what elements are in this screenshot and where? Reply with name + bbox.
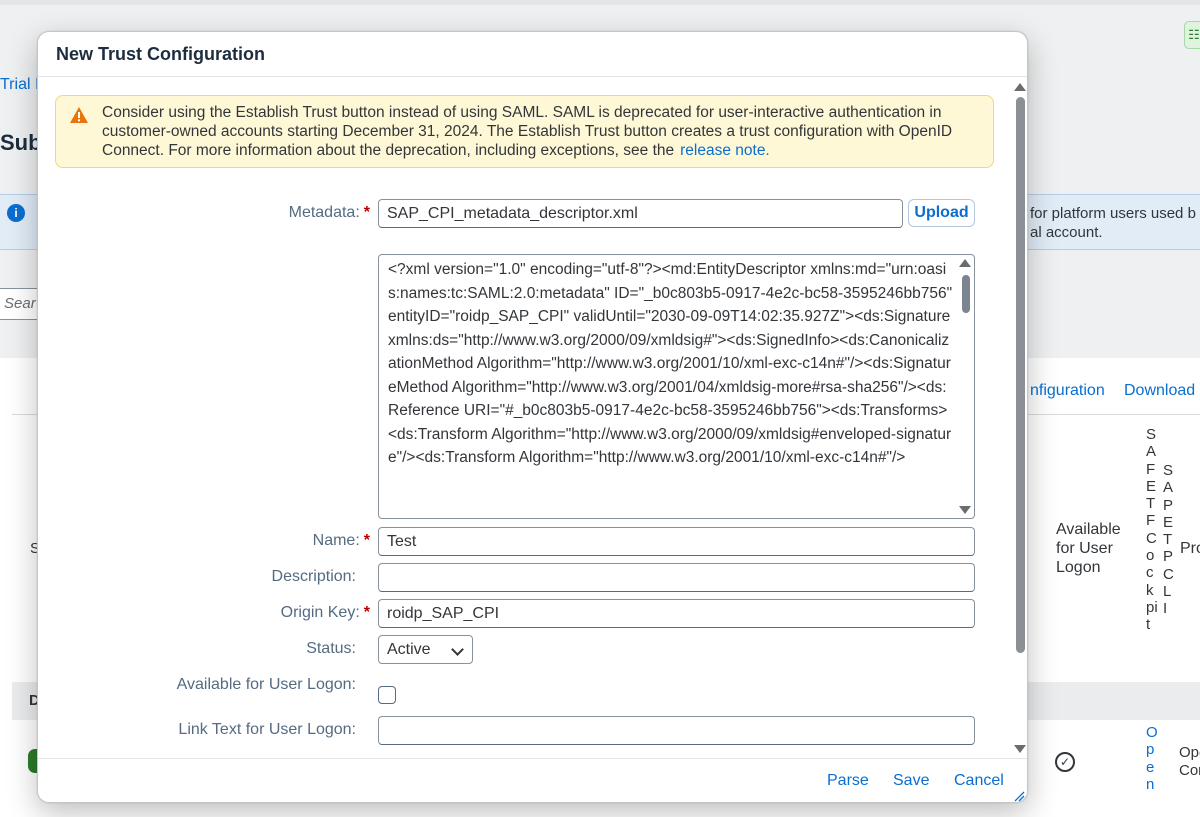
description-label: Description: [271,568,356,585]
metadata-label: Metadata: * [289,204,370,222]
required-marker: * [363,604,370,621]
release-note-link[interactable]: release note. [680,142,770,159]
status-label: Status: [306,640,356,657]
required-marker: * [363,204,370,221]
dialog-scrollbar-thumb[interactable] [1016,97,1025,653]
checkmark-icon: ✓ [1055,752,1075,772]
name-label: Name: * [313,532,370,550]
column-header-available-for-user-logon: Available for User Logon [1056,521,1121,576]
parse-button[interactable]: Parse [827,772,869,790]
origin-key-field[interactable]: roidp_SAP_CPI [378,599,975,628]
page-title: Sub [0,130,42,155]
description-field[interactable] [378,563,975,592]
info-text: for platform users used b al account. [1030,205,1196,241]
metadata-xml-textarea[interactable]: <?xml version="1.0" encoding="utf-8"?><m… [378,254,975,519]
info-icon: i [7,204,25,222]
dialog-header: New Trust Configuration [38,32,1027,77]
warning-icon [70,107,88,123]
dialog-scroll-down-icon[interactable] [1014,745,1026,753]
deprecation-warning: Consider using the Establish Trust butto… [55,95,994,168]
name-field[interactable]: Test [378,527,975,556]
scroll-down-icon[interactable] [959,506,971,514]
dialog-scroll-up-icon[interactable] [1014,83,1026,91]
metadata-xml-content: <?xml version="1.0" encoding="utf-8"?><m… [388,261,953,466]
available-for-user-logon-label: Available for User Logon: [176,676,356,693]
available-for-user-logon-checkbox[interactable] [378,686,396,704]
upload-button[interactable]: Upload [908,199,975,227]
new-trust-configuration-dialog: New Trust Configuration Consider using t… [37,31,1028,803]
open-link[interactable]: Open [1146,724,1158,793]
search-input[interactable]: Sear [0,288,40,320]
save-button[interactable]: Save [893,772,929,790]
warning-message: Consider using the Establish Trust butto… [102,104,953,159]
metadata-label-text: Metadata: [288,204,360,221]
status-value: Active [387,641,431,658]
status-select[interactable]: Active [378,635,473,664]
scroll-up-icon[interactable] [959,259,971,267]
dialog-title: New Trust Configuration [56,44,265,64]
warning-text: Consider using the Establish Trust butto… [102,103,992,160]
textarea-scrollbar-thumb[interactable] [962,275,970,313]
link-text-label: Link Text for User Logon: [178,721,356,738]
dialog-body: Consider using the Establish Trust butto… [38,78,1027,758]
notification-icon[interactable]: ☷ [1184,21,1200,49]
origin-key-label-text: Origin Key: [280,604,360,621]
resize-grip-icon[interactable] [1013,790,1025,802]
column-header-vertical-1: SAFETFCockpit [1146,426,1158,634]
dialog-footer: Parse Save Cancel [38,758,1027,802]
metadata-file-field[interactable]: SAP_CPI_metadata_descriptor.xml [378,199,903,228]
origin-cell: Ope Cor [1179,744,1200,779]
chevron-down-icon [451,643,464,656]
download-link[interactable]: Download S [1124,382,1200,400]
cancel-button[interactable]: Cancel [954,772,1004,790]
origin-key-label: Origin Key: * [281,604,370,622]
new-trust-configuration-link[interactable]: nfiguration [1030,382,1105,400]
link-text-field[interactable] [378,716,975,745]
name-label-text: Name: [312,532,360,549]
column-header-vertical-2: SAPETPCLI [1163,462,1174,618]
required-marker: * [363,532,370,549]
breadcrumb[interactable]: Trial I [0,76,39,94]
column-header-provider: Pro [1180,540,1200,557]
